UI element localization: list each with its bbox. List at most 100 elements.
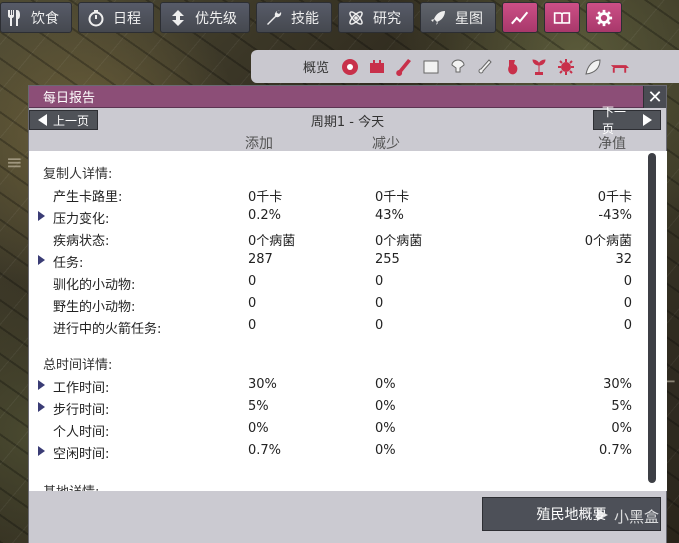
report-row[interactable]: 空闲时间: 0.7% 0% 0.7% [29,441,640,463]
next-page-label: 下一页 [602,105,627,136]
row-label: 个人时间: [53,425,110,440]
priorities-label: 优先级 [195,10,237,27]
arrow-right-icon [643,114,652,126]
starmap-button[interactable]: 星图 [420,2,496,33]
research-label: 研究 [373,10,401,27]
report-row: 产生卡路里: 0千卡 0千卡 0千卡 [29,184,640,206]
settings-button[interactable] [586,2,622,33]
section-title: 总时间详情: [43,358,113,373]
row-add: 0千卡 [248,190,283,205]
schedule-label: 日程 [113,10,141,27]
row-add: 30% [248,377,277,392]
close-button[interactable]: ✕ [643,86,666,108]
row-add: 5% [248,399,269,414]
priorities-button[interactable]: 优先级 [160,2,250,33]
report-row[interactable]: 工作时间: 30% 0% 30% [29,375,640,397]
row-net: 5% [611,399,632,414]
row-net: 0 [623,296,632,311]
top-toolbar: 饮食 日程 优先级 技能 研究 星图 [0,2,622,34]
row-remove: 255 [375,252,400,267]
row-remove: 0 [375,296,384,311]
row-add: 0 [248,296,257,311]
scrollbar[interactable] [640,151,667,491]
row-remove: 0% [375,399,396,414]
temperature-icon[interactable] [393,56,414,77]
rooms-icon[interactable] [609,56,630,77]
light-icon[interactable] [447,56,468,77]
germs-icon[interactable] [555,56,576,77]
row-net: 0 [623,318,632,333]
decor-icon[interactable] [582,56,603,77]
report-row[interactable]: 压力变化: 0.2% 43% -43% [29,206,640,228]
arrow-left-icon [38,114,47,126]
panel-footer: 殖民地概要 [29,491,666,543]
diet-button[interactable]: 饮食 [0,2,72,33]
wrench-icon [265,9,283,27]
diet-label: 饮食 [31,10,59,27]
row-label: 压力变化: [53,212,110,227]
row-remove: 0 [375,318,384,333]
expand-arrow-icon[interactable] [38,211,45,221]
period-navigation: 上一页 周期1 - 今天 下一页 [29,105,666,136]
row-net: 32 [615,252,632,267]
colony-summary-label: 殖民地概要 [536,507,607,523]
row-remove: 0千卡 [375,190,410,205]
power-icon[interactable] [366,56,387,77]
row-add: 0.7% [248,443,282,458]
trend-chart-icon [511,9,529,27]
row-remove: 0% [375,443,396,458]
expand-arrow-icon[interactable] [38,402,45,412]
row-label: 产生卡路里: [53,190,123,205]
skills-button[interactable]: 技能 [256,2,332,33]
gas-ventilation-icon[interactable] [501,56,522,77]
row-net: 0个病菌 [584,234,632,249]
row-add: 0.2% [248,208,282,223]
row-label: 工作时间: [53,381,110,396]
row-net: -43% [598,208,632,223]
column-headers: 添加 减少 净值 [29,133,666,152]
expand-arrow-icon[interactable] [38,255,45,265]
expand-arrow-icon[interactable] [38,380,45,390]
priority-arrows-icon [169,9,187,27]
skills-label: 技能 [291,10,319,27]
report-row[interactable]: 任务: 287 255 32 [29,250,640,272]
report-row[interactable]: 步行时间: 5% 0% 5% [29,397,640,419]
close-icon: ✕ [647,86,663,108]
schedule-button[interactable]: 日程 [78,2,154,33]
report-row: 个人时间: 0% 0% 0% [29,419,640,441]
research-button[interactable]: 研究 [338,2,414,33]
stopwatch-icon [87,9,105,27]
codex-button[interactable] [544,2,580,33]
gear-icon [595,9,613,27]
prev-page-button[interactable]: 上一页 [29,110,98,130]
scrollbar-thumb[interactable] [648,153,656,483]
report-row: 疾病状态: 0个病菌 0个病菌 0个病菌 [29,228,640,250]
map-decor: ≡ [6,150,23,174]
liquid-plumbing-icon[interactable] [474,56,495,77]
row-label: 任务: [53,256,84,271]
row-label: 野生的小动物: [53,300,136,315]
column-net: 净值 [598,136,626,152]
oxygen-icon[interactable] [339,56,360,77]
column-add: 添加 [245,136,273,152]
plants-icon[interactable] [528,56,549,77]
row-net: 0.7% [598,443,632,458]
row-label: 空闲时间: [53,447,110,462]
book-icon [553,9,571,27]
daily-report-button[interactable] [502,2,538,33]
row-add: 0 [248,318,257,333]
expand-arrow-icon[interactable] [38,446,45,456]
next-page-button[interactable]: 下一页 [593,105,661,136]
row-label: 驯化的小动物: [53,278,136,293]
column-remove: 减少 [372,136,400,152]
daily-report-panel: 每日报告 ✕ 上一页 周期1 - 今天 下一页 添加 减少 净值 复制人详情: … [28,85,667,543]
rocket-icon [429,9,447,27]
overview-label: 概览 [303,61,330,76]
materials-icon[interactable] [420,56,441,77]
row-add: 0% [248,421,269,436]
colony-summary-button[interactable]: 殖民地概要 [482,497,661,531]
section-title: 复制人详情: [43,167,113,182]
row-remove: 0% [375,421,396,436]
row-remove: 43% [375,208,404,223]
row-add: 0 [248,274,257,289]
